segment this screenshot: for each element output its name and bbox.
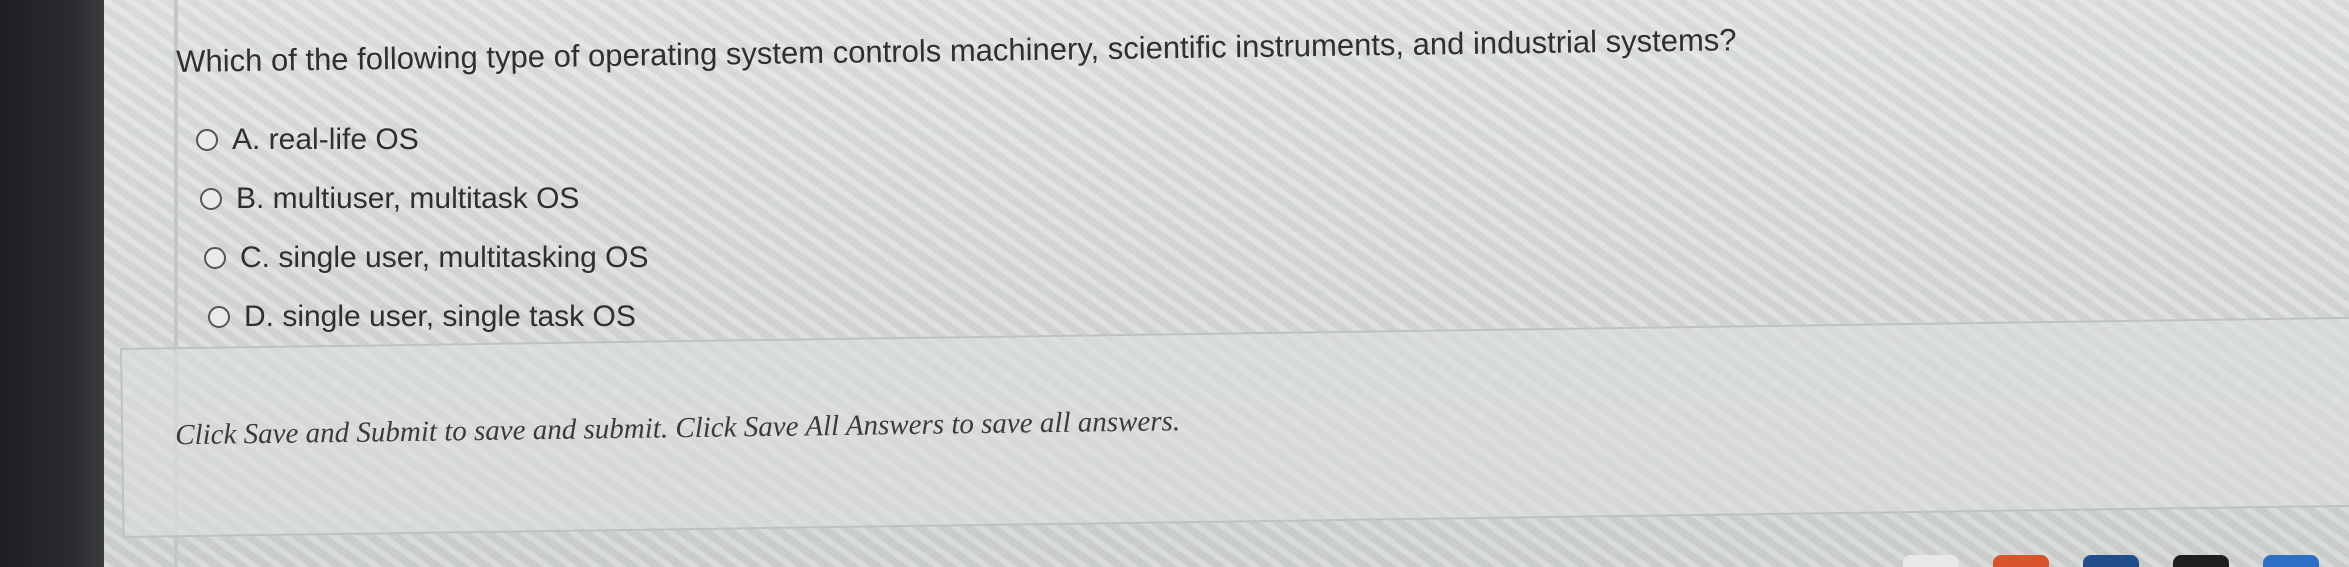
app-icon[interactable]: [1903, 555, 1959, 567]
instructions-panel: Click Save and Submit to save and submit…: [120, 316, 2349, 538]
option-a-label[interactable]: A. real-life OS: [232, 123, 419, 157]
option-c-label[interactable]: C. single user, multitasking OS: [240, 241, 649, 275]
radio-button-icon[interactable]: [196, 129, 218, 151]
option-d-label[interactable]: D. single user, single task OS: [244, 300, 636, 334]
radio-button-icon[interactable]: [204, 247, 226, 269]
option-d[interactable]: D. single user, single task OS: [208, 297, 649, 337]
app-icon[interactable]: [2083, 555, 2139, 567]
option-b-label[interactable]: B. multiuser, multitask OS: [236, 182, 579, 216]
app-icon[interactable]: [2263, 555, 2319, 567]
app-icon[interactable]: [2173, 555, 2229, 567]
taskbar: [1903, 555, 2319, 567]
app-icon[interactable]: [1993, 555, 2049, 567]
radio-button-icon[interactable]: [200, 188, 222, 210]
screen-bezel: [0, 0, 104, 567]
answer-options: A. real-life OS B. multiuser, multitask …: [196, 120, 649, 356]
instructions-text: Click Save and Submit to save and submit…: [175, 405, 1181, 452]
option-b[interactable]: B. multiuser, multitask OS: [200, 179, 649, 219]
radio-button-icon[interactable]: [208, 306, 230, 328]
option-c[interactable]: C. single user, multitasking OS: [204, 238, 649, 278]
option-a[interactable]: A. real-life OS: [196, 120, 649, 160]
